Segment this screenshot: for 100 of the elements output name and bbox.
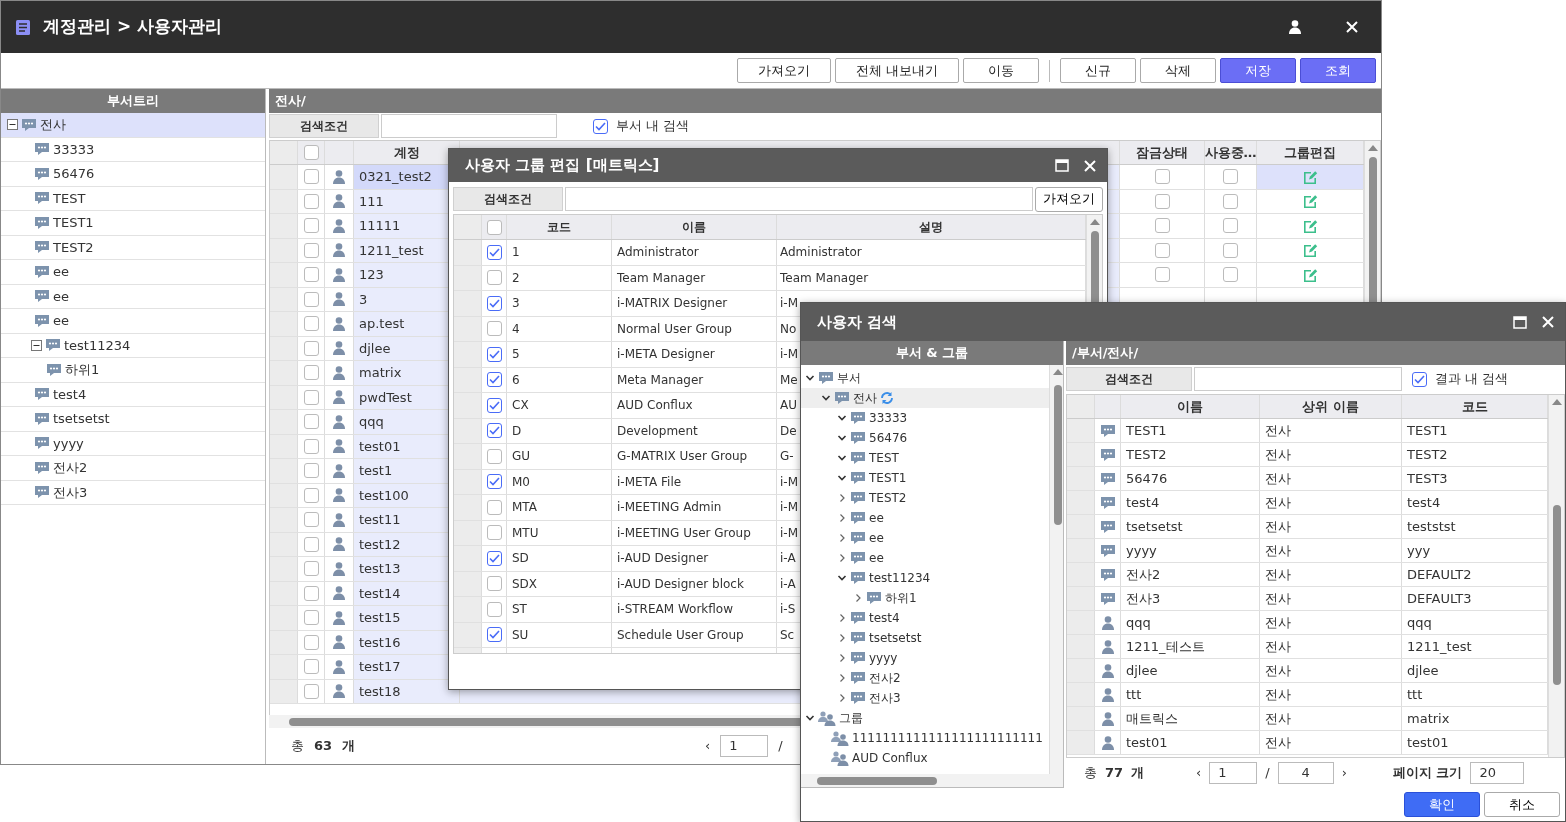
scrollbar[interactable] [1548,395,1564,757]
tree-item[interactable]: tsetsetst [801,628,1049,648]
scrollbar-thumb[interactable] [817,777,937,785]
tree-item[interactable]: ee [801,528,1049,548]
checkbox[interactable] [303,585,319,601]
tree-item[interactable]: 전사 [801,388,1049,408]
checkbox[interactable] [486,627,502,643]
tree-item[interactable]: test11234 [1,333,265,358]
checkbox[interactable] [303,316,319,332]
chevron-right-icon[interactable] [837,493,847,503]
checkbox[interactable] [303,561,319,577]
chevron-down-icon[interactable] [805,713,815,723]
tree-item[interactable]: yyyy [801,648,1049,668]
checkbox[interactable] [486,474,502,490]
chevron-down-icon[interactable] [821,393,831,403]
tree-item[interactable]: TEST1 [801,468,1049,488]
chevron-down-icon[interactable] [837,413,847,423]
checkbox[interactable] [1154,267,1170,283]
chevron-right-icon[interactable] [837,633,847,643]
toolbar-button[interactable]: 삭제 [1140,58,1216,83]
toolbar-button[interactable]: 이동 [963,58,1039,83]
scroll-up-arrow-icon[interactable] [1090,219,1100,225]
tree-item[interactable]: TEST [801,448,1049,468]
checkbox[interactable] [303,487,319,503]
chevron-right-icon[interactable] [837,673,847,683]
checkbox[interactable] [1154,169,1170,185]
tree-item[interactable]: 하위1 [1,358,265,383]
edit-icon[interactable] [1302,242,1318,259]
checkbox[interactable] [303,512,319,528]
next-page-button[interactable]: › [1341,763,1347,783]
scrollbar[interactable] [1049,365,1063,774]
tree-item[interactable]: 56476 [1,162,265,187]
chevron-right-icon[interactable] [837,513,847,523]
tree-item[interactable]: ee [1,284,265,309]
checkbox[interactable] [303,683,319,699]
chevron-down-icon[interactable] [837,473,847,483]
refresh-icon[interactable] [880,391,894,405]
checkbox[interactable] [486,423,502,439]
chevron-right-icon[interactable] [853,593,863,603]
tree-item[interactable]: test11234 [801,568,1049,588]
chevron-down-icon[interactable] [805,373,815,383]
search-field[interactable] [565,187,1033,211]
checkbox[interactable] [303,536,319,552]
checkbox[interactable] [1154,218,1170,234]
checkbox[interactable] [303,145,319,160]
page-field[interactable]: 1 [1209,762,1258,784]
checkbox[interactable] [1412,371,1427,387]
toolbar-button[interactable]: 전체 내보내기 [834,58,959,83]
prev-page-button[interactable]: ‹ [705,736,711,756]
checkbox[interactable] [1223,242,1238,258]
checkbox[interactable] [486,601,502,617]
collapse-icon[interactable] [7,119,18,131]
scrollbar[interactable] [801,774,1063,787]
tree-item[interactable]: tsetsetst [1,407,265,432]
chevron-right-icon[interactable] [837,653,847,663]
tree-item[interactable]: 전사 [1,113,265,138]
checkbox[interactable] [1154,242,1170,258]
tree-item[interactable]: TEST [1,186,265,211]
chevron-down-icon[interactable] [837,433,847,443]
toolbar-button[interactable]: 가져오기 [736,58,831,83]
close-icon[interactable] [1083,158,1097,173]
scrollbar-thumb[interactable] [1054,385,1062,525]
tree-item[interactable]: 전사3 [1,480,265,505]
toolbar-button[interactable]: 저장 [1220,58,1296,83]
checkbox[interactable] [486,550,502,566]
toolbar-button[interactable]: 신규 [1060,58,1136,83]
scroll-up-arrow-icon[interactable] [1552,399,1562,405]
checkbox[interactable] [486,372,502,388]
checkbox[interactable] [303,267,319,283]
scroll-up-arrow-icon[interactable] [1053,369,1063,375]
checkbox[interactable] [303,365,319,381]
fetch-button[interactable]: 가져오기 [1035,186,1103,212]
tree-item[interactable]: ee [1,309,265,334]
close-icon[interactable] [1541,315,1555,329]
checkbox[interactable] [303,414,319,430]
checkbox[interactable] [303,389,319,405]
checkbox[interactable] [486,295,502,311]
checkbox[interactable] [486,576,502,592]
tree-item[interactable]: yyyy [1,431,265,456]
search-field[interactable] [381,114,557,138]
checkbox[interactable] [303,218,319,234]
checkbox[interactable] [1223,218,1238,234]
checkbox[interactable] [593,118,608,134]
chevron-down-icon[interactable] [837,453,847,463]
chevron-right-icon[interactable] [837,553,847,563]
checkbox[interactable] [303,610,319,626]
tree-item[interactable]: test4 [1,382,265,407]
checkbox[interactable] [303,659,319,675]
checkbox[interactable] [303,463,319,479]
dialog-button[interactable]: 취소 [1484,792,1560,817]
maximize-icon[interactable] [1513,315,1527,329]
checkbox[interactable] [303,169,319,185]
tree-item[interactable]: 전사2 [801,668,1049,688]
chevron-down-icon[interactable] [837,573,847,583]
checkbox[interactable] [486,525,502,541]
checkbox[interactable] [486,448,502,464]
checkbox[interactable] [303,193,319,209]
checkbox[interactable] [486,219,502,235]
tree-item[interactable]: TEST1 [1,211,265,236]
tree-item[interactable]: ee [801,548,1049,568]
